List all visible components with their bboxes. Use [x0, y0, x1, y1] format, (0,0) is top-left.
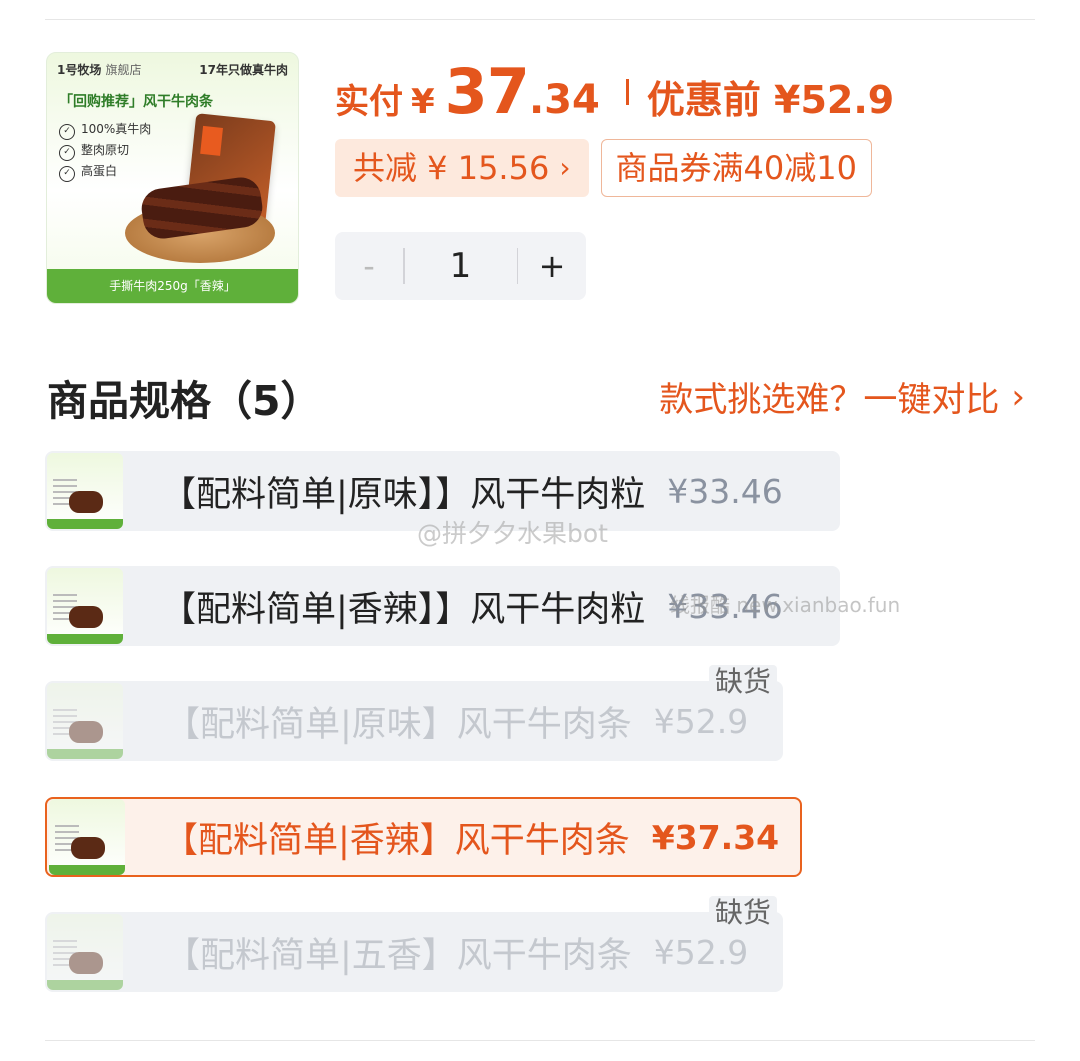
spec-option-label: 【配料简单|原味】】风干牛肉粒: [161, 474, 646, 515]
image-bullets: 100%真牛肉 整肉原切 高蛋白: [59, 119, 151, 182]
spec-thumbnail: [47, 453, 123, 529]
thumbnail-footer-bar: [49, 865, 125, 875]
spec-thumbnail: [47, 914, 123, 990]
spec-option-out-of-stock[interactable]: 【配料简单|原味】风干牛肉条 ¥52.9 缺货: [45, 665, 783, 761]
spec-option-label: 【配料简单|五香】风干牛肉条: [165, 935, 632, 976]
image-footer: 手撕牛肉250g「香辣」: [47, 269, 298, 303]
image-bullet: 高蛋白: [59, 161, 151, 182]
spec-option-label: 【配料简单|原味】风干牛肉条: [165, 704, 632, 745]
spec-thumbnail: [47, 683, 123, 759]
thumbnail-footer-bar: [47, 980, 123, 990]
spec-option-price: ¥33.46: [667, 471, 783, 511]
spec-section-title: 商品规格（5）: [47, 377, 322, 425]
image-brand: 1号牧场: [57, 63, 102, 77]
bottom-divider: [45, 1040, 1035, 1041]
price-separator: [625, 78, 629, 105]
quantity-value[interactable]: 1: [405, 246, 517, 286]
chevron-right-icon: ›: [1011, 376, 1025, 417]
spec-option-out-of-stock[interactable]: 【配料简单|五香】风干牛肉条 ¥52.9 缺货: [45, 896, 783, 992]
spec-option-price: ¥52.9: [653, 932, 749, 972]
chevron-right-icon: ›: [559, 151, 571, 184]
price-integer: 37: [444, 55, 530, 128]
decrease-button[interactable]: -: [335, 247, 403, 285]
increase-button[interactable]: +: [518, 247, 586, 285]
compare-link[interactable]: 款式挑选难？一键对比 ›: [659, 372, 1025, 421]
spec-option-price: ¥52.9: [653, 701, 749, 741]
image-headline: 「回购推荐」风干牛肉条: [59, 94, 213, 110]
spec-option-label: 【配料简单|香辣】】风干牛肉粒: [161, 589, 646, 630]
image-slogan: 17年只做真牛肉: [199, 63, 288, 77]
product-image[interactable]: 1号牧场 旗舰店 17年只做真牛肉 「回购推荐」风干牛肉条 100%真牛肉 整肉…: [46, 52, 299, 304]
image-store: 旗舰店: [105, 63, 142, 77]
spec-thumbnail: [47, 568, 123, 644]
spec-option-label: 【配料简单|香辣】风干牛肉条: [163, 820, 630, 861]
out-of-stock-badge: 缺货: [708, 896, 777, 930]
coupon-chip[interactable]: 商品券满40减10: [600, 139, 872, 197]
discount-chips: 共减 ¥ 15.56 › 商品券满40减10: [335, 139, 872, 197]
sku-selection-panel: 1号牧场 旗舰店 17年只做真牛肉 「回购推荐」风干牛肉条 100%真牛肉 整肉…: [0, 0, 1080, 1061]
compare-link-text: 款式挑选难？一键对比: [659, 380, 1000, 420]
site-watermark: 线报酷 new.xianbao.fun: [670, 593, 901, 617]
top-divider: [45, 19, 1035, 20]
currency-symbol: ¥: [411, 82, 435, 122]
image-bullet: 整肉原切: [59, 140, 151, 161]
out-of-stock-badge: 缺货: [708, 665, 777, 699]
thumbnail-footer-bar: [47, 519, 123, 529]
thumbnail-footer-bar: [47, 634, 123, 644]
spec-option-selected[interactable]: 【配料简单|香辣】风干牛肉条 ¥37.34: [45, 797, 802, 877]
total-discount-chip[interactable]: 共减 ¥ 15.56 ›: [335, 139, 589, 197]
weibo-watermark: @拼夕夕水果bot: [417, 519, 608, 548]
image-bullet: 100%真牛肉: [59, 119, 151, 140]
spec-thumbnail: [49, 799, 125, 875]
paid-label: 实付: [335, 82, 403, 122]
original-price: 优惠前 ¥52.9: [646, 78, 895, 122]
total-discount-text: 共减 ¥ 15.56: [353, 149, 550, 187]
thumbnail-footer-bar: [47, 749, 123, 759]
price-row: 实付 ¥ 37 .34 优惠前 ¥52.9: [335, 55, 894, 128]
spec-option-price: ¥37.34: [651, 817, 780, 857]
quantity-stepper: - 1 +: [335, 232, 586, 300]
image-header: 1号牧场 旗舰店 17年只做真牛肉: [57, 61, 288, 78]
price-decimal: .34: [528, 77, 600, 123]
